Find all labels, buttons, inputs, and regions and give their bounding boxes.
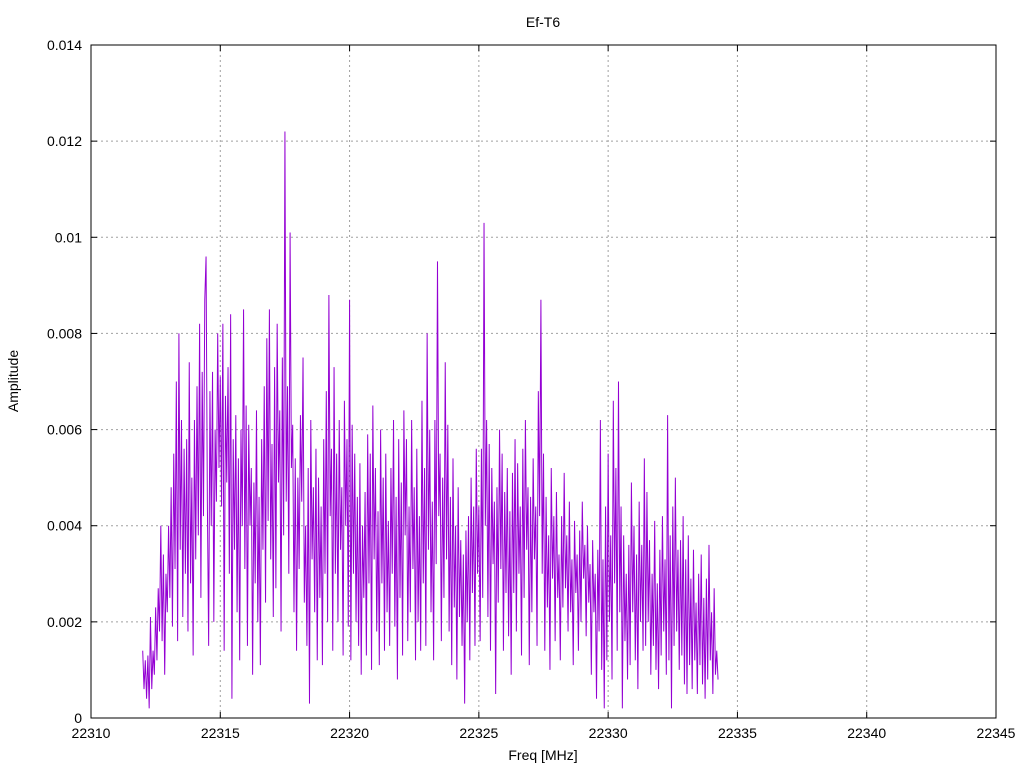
y-tick-label: 0.008: [47, 325, 82, 341]
plot-frame: [90, 44, 997, 719]
y-tick-label: 0.004: [47, 518, 82, 534]
chart: 22310 22315 22320 22325 22330 22335 22340 22345…: [5, 14, 1016, 763]
x-tick-label: 22340: [847, 725, 886, 741]
x-tick-label: 22335: [718, 725, 757, 741]
x-tick-label: 22325: [459, 725, 498, 741]
x-tick-label: 22310: [72, 725, 111, 741]
grid: [91, 45, 996, 718]
y-tick-label: 0.002: [47, 614, 82, 630]
y-tick-label: 0: [74, 710, 82, 726]
y-tick-label: 0.01: [55, 229, 82, 245]
x-axis-label: Freq [MHz]: [508, 747, 577, 763]
x-tick-label: 22320: [330, 725, 369, 741]
y-tick-label: 0.014: [47, 37, 82, 53]
y-axis-label: Amplitude: [5, 350, 21, 412]
chart-title: Ef-T6: [526, 14, 560, 30]
x-tick-label: 22315: [201, 725, 240, 741]
x-tick-label: 22330: [589, 725, 628, 741]
y-tick-label: 0.012: [47, 133, 82, 149]
y-tick-label: 0.006: [47, 422, 82, 438]
ticks: 22310 22315 22320 22325 22330 22335 22340 22345…: [47, 37, 1016, 741]
x-tick-label: 22345: [977, 725, 1016, 741]
